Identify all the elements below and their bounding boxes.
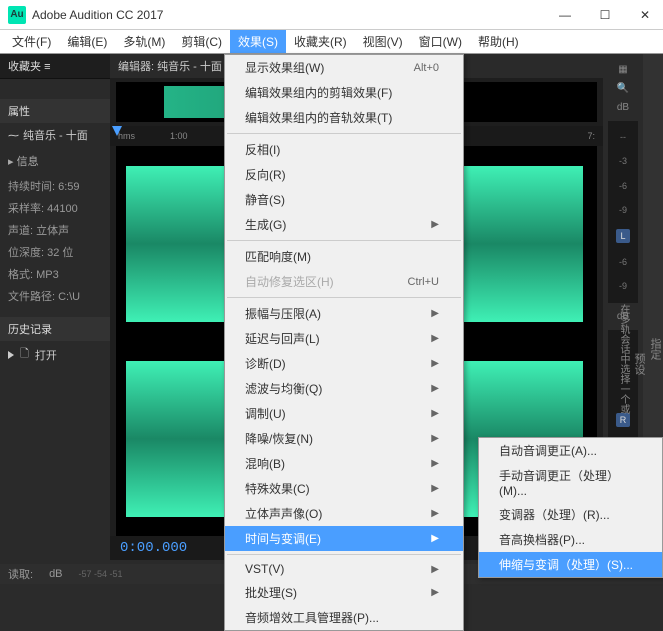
effects-item-1[interactable]: 编辑效果组内的剪辑效果(F) [225, 80, 463, 105]
tab-menu-icon[interactable]: ≡ [44, 61, 50, 73]
assign-label: 指定 [647, 338, 663, 360]
effects-item-14[interactable]: 诊断(D)▶ [225, 351, 463, 376]
history-item-open[interactable]: 🗋 打开 [0, 341, 110, 368]
effects-item-19[interactable]: 特殊效果(C)▶ [225, 476, 463, 501]
submenu-item-3[interactable]: 音高换档器(P)... [479, 527, 662, 552]
effects-item-9[interactable]: 匹配响度(M) [225, 244, 463, 269]
app-icon: Au [8, 6, 26, 24]
status-db: dB [49, 568, 62, 580]
waveform-icon: ⁓ [8, 129, 19, 142]
time-pitch-submenu: 自动音调更正(A)...手动音调更正（处理）(M)...变调器（处理）(R)..… [478, 437, 663, 578]
menu-window[interactable]: 窗口(W) [411, 30, 470, 53]
effects-dropdown: 显示效果组(W)Alt+0编辑效果组内的剪辑效果(F)编辑效果组内的音轨效果(T… [224, 54, 464, 631]
submenu-item-1[interactable]: 手动音调更正（处理）(M)... [479, 463, 662, 502]
submenu-arrow-icon: ▶ [431, 587, 439, 598]
media-label: 纯音乐 - 十面 [23, 127, 88, 143]
submenu-arrow-icon: ▶ [431, 219, 439, 230]
titlebar: Au Adobe Audition CC 2017 — ☐ ✕ [0, 0, 663, 30]
menu-help[interactable]: 帮助(H) [470, 30, 527, 53]
submenu-arrow-icon: ▶ [431, 383, 439, 394]
submenu-arrow-icon: ▶ [431, 533, 439, 544]
info-format: 格式: MP3 [0, 263, 110, 285]
status-reading: 读取: [8, 566, 33, 582]
info-bitdepth: 位深度: 32 位 [0, 241, 110, 263]
submenu-item-4[interactable]: 伸缩与变调（处理）(S)... [479, 552, 662, 577]
info-samplerate: 采样率: 44100 [0, 197, 110, 219]
submenu-item-2[interactable]: 变调器（处理）(R)... [479, 502, 662, 527]
search-icon[interactable]: 🔍 [617, 83, 629, 94]
spectral-icon[interactable]: ▦ [618, 64, 627, 75]
hint-text: 在多轨会话中选择一个或 [616, 304, 631, 414]
ruler-unit: hms [118, 131, 135, 141]
history-tab[interactable]: 历史记录 [0, 317, 110, 341]
effects-item-18[interactable]: 混响(B)▶ [225, 451, 463, 476]
menu-edit[interactable]: 编辑(E) [59, 30, 115, 53]
submenu-arrow-icon: ▶ [431, 308, 439, 319]
submenu-arrow-icon: ▶ [431, 483, 439, 494]
menu-effects[interactable]: 效果(S) [230, 30, 286, 53]
status-db-marks: -57 -54 -51 [79, 569, 123, 579]
effects-item-7[interactable]: 生成(G)▶ [225, 212, 463, 237]
effects-item-4[interactable]: 反相(I) [225, 137, 463, 162]
effects-item-2[interactable]: 编辑效果组内的音轨效果(T) [225, 105, 463, 130]
effects-item-23[interactable]: VST(V)▶ [225, 558, 463, 580]
submenu-arrow-icon: ▶ [431, 458, 439, 469]
favorites-tab[interactable]: 收藏夹 ≡ [0, 54, 110, 79]
ruler-mark: 1:00 [170, 131, 188, 141]
minimize-button[interactable]: — [555, 5, 575, 25]
effects-item-13[interactable]: 延迟与回声(L)▶ [225, 326, 463, 351]
submenu-arrow-icon: ▶ [431, 333, 439, 344]
submenu-arrow-icon: ▶ [431, 358, 439, 369]
info-header[interactable]: ▸ 信息 [0, 147, 110, 175]
db-scale-left: -- -3 -6 -9 L -6 -9 [608, 121, 638, 303]
app-title: Adobe Audition CC 2017 [32, 8, 555, 22]
effects-item-10[interactable]: 自动修复选区(H)Ctrl+U [225, 269, 463, 294]
channel-left-badge[interactable]: L [616, 229, 630, 243]
close-button[interactable]: ✕ [635, 5, 655, 25]
submenu-arrow-icon: ▶ [431, 408, 439, 419]
effects-item-0[interactable]: 显示效果组(W)Alt+0 [225, 55, 463, 80]
menu-multitrack[interactable]: 多轨(M) [115, 30, 173, 53]
menu-file[interactable]: 文件(F) [4, 30, 59, 53]
properties-tab[interactable]: 属性 [0, 99, 110, 123]
effects-item-5[interactable]: 反向(R) [225, 162, 463, 187]
folder-icon: 🗋 [20, 345, 29, 364]
preset-label: 预设 [631, 353, 647, 375]
info-path: 文件路径: C:\U [0, 285, 110, 307]
submenu-item-0[interactable]: 自动音调更正(A)... [479, 438, 662, 463]
effects-item-25[interactable]: 音频增效工具管理器(P)... [225, 605, 463, 630]
submenu-arrow-icon: ▶ [431, 433, 439, 444]
channel-right-badge[interactable]: R [616, 413, 630, 427]
effects-item-20[interactable]: 立体声声像(O)▶ [225, 501, 463, 526]
submenu-arrow-icon: ▶ [431, 508, 439, 519]
menubar: 文件(F) 编辑(E) 多轨(M) 剪辑(C) 效果(S) 收藏夹(R) 视图(… [0, 30, 663, 54]
effects-item-12[interactable]: 振幅与压限(A)▶ [225, 301, 463, 326]
db-label: dB [617, 102, 629, 113]
submenu-arrow-icon: ▶ [431, 564, 439, 575]
menu-view[interactable]: 视图(V) [355, 30, 411, 53]
effects-item-15[interactable]: 滤波与均衡(Q)▶ [225, 376, 463, 401]
info-channels: 声道: 立体声 [0, 219, 110, 241]
left-panel: 收藏夹 ≡ 属性 ⁓ 纯音乐 - 十面 ▸ 信息 持续时间: 6:59 采样率:… [0, 54, 110, 584]
effects-item-17[interactable]: 降噪/恢复(N)▶ [225, 426, 463, 451]
menu-favorites[interactable]: 收藏夹(R) [286, 30, 355, 53]
menu-clip[interactable]: 剪辑(C) [173, 30, 230, 53]
ruler-mark: 7: [587, 131, 595, 141]
effects-item-16[interactable]: 调制(U)▶ [225, 401, 463, 426]
info-duration: 持续时间: 6:59 [0, 175, 110, 197]
maximize-button[interactable]: ☐ [595, 5, 615, 25]
media-item[interactable]: ⁓ 纯音乐 - 十面 [0, 123, 110, 147]
effects-item-21[interactable]: 时间与变调(E)▶ [225, 526, 463, 551]
play-icon [8, 351, 14, 359]
effects-item-6[interactable]: 静音(S) [225, 187, 463, 212]
